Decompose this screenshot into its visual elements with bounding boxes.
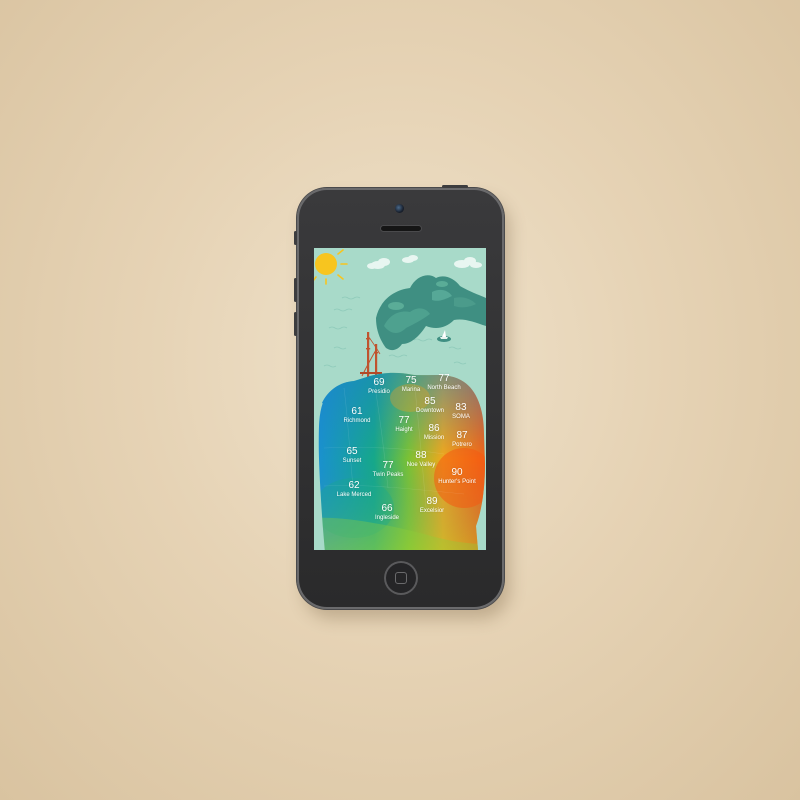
mute-switch[interactable] (294, 231, 297, 245)
neighborhood-mission[interactable]: 86 Mission (423, 423, 445, 442)
neighborhood-presidio[interactable]: 69 Presidio (368, 377, 390, 396)
iphone-device: 69 Presidio 75 Marina 77 North Beach 85 … (294, 185, 504, 609)
temperature: 77 (438, 373, 450, 384)
temperature: 83 (455, 402, 467, 413)
neighborhood-noe-valley[interactable]: 88 Noe Valley (406, 450, 436, 469)
neighborhood-name: Noe Valley (406, 462, 436, 468)
neighborhood-marina[interactable]: 75 Marina (401, 375, 421, 394)
temperature: 88 (415, 450, 427, 461)
neighborhood-name: Presidio (368, 389, 390, 395)
neighborhood-twin-peaks[interactable]: 77 Twin Peaks (372, 460, 404, 479)
earpiece-speaker (381, 226, 421, 231)
neighborhood-ingleside[interactable]: 66 Ingleside (374, 503, 400, 522)
weather-map-app: 69 Presidio 75 Marina 77 North Beach 85 … (314, 248, 486, 550)
volume-down-button[interactable] (294, 312, 297, 336)
neighborhood-name: Excelsior (419, 508, 445, 514)
temperature: 75 (405, 375, 417, 386)
neighborhood-soma[interactable]: 83 SOMA (452, 402, 470, 421)
temperature: 65 (346, 446, 358, 457)
neighborhood-name: Richmond (343, 418, 371, 424)
home-button[interactable] (384, 561, 418, 595)
neighborhood-potrero[interactable]: 87 Potrero (452, 430, 472, 449)
temperature: 66 (381, 503, 393, 514)
neighborhood-name: Mission (423, 435, 445, 441)
neighborhood-name: Sunset (342, 458, 362, 464)
neighborhood-lake-merced[interactable]: 62 Lake Merced (336, 480, 372, 499)
neighborhood-haight[interactable]: 77 Haight (395, 415, 413, 434)
power-button[interactable] (442, 185, 468, 188)
temperature: 86 (428, 423, 440, 434)
neighborhood-name: Marina (401, 387, 421, 393)
temperature: 77 (382, 460, 394, 471)
heat-map (318, 372, 485, 550)
temperature: 77 (398, 415, 410, 426)
neighborhood-name: SOMA (452, 414, 470, 420)
neighborhood-name: Potrero (452, 442, 472, 448)
home-button-icon (395, 572, 407, 584)
temperature: 69 (373, 377, 385, 388)
temperature: 62 (348, 480, 360, 491)
neighborhood-excelsior[interactable]: 89 Excelsior (419, 496, 445, 515)
neighborhood-sunset[interactable]: 65 Sunset (342, 446, 362, 465)
temperature: 87 (456, 430, 468, 441)
neighborhood-downtown[interactable]: 85 Downtown (415, 396, 445, 415)
front-camera (395, 204, 404, 213)
phone-screen: 69 Presidio 75 Marina 77 North Beach 85 … (314, 248, 486, 550)
temperature: 61 (351, 406, 363, 417)
map-canvas (314, 248, 486, 550)
temperature: 89 (426, 496, 438, 507)
neighborhood-richmond[interactable]: 61 Richmond (343, 406, 371, 425)
neighborhood-name: Lake Merced (336, 492, 372, 498)
neighborhood-name: North Beach (427, 385, 461, 391)
neighborhood-name: Haight (395, 427, 413, 433)
neighborhood-name: Twin Peaks (372, 472, 404, 478)
neighborhood-name: Downtown (415, 408, 445, 414)
temperature: 90 (451, 467, 463, 478)
temperature: 85 (424, 396, 436, 407)
volume-up-button[interactable] (294, 278, 297, 302)
neighborhood-north-beach[interactable]: 77 North Beach (427, 373, 461, 392)
neighborhood-name: Ingleside (374, 515, 400, 521)
neighborhood-hunters-point[interactable]: 90 Hunter's Point (438, 467, 476, 486)
neighborhood-name: Hunter's Point (438, 479, 476, 485)
